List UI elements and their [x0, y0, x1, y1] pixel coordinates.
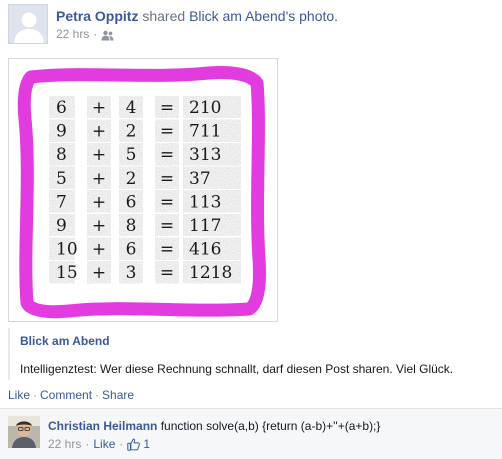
puzzle-equals-sign: = [160, 240, 174, 260]
comment-like-link[interactable]: Like [93, 437, 115, 451]
shared-description: Intelligenztest: Wer diese Rechnung schn… [20, 362, 454, 376]
comment-timestamp[interactable]: 22 hrs [48, 437, 81, 451]
puzzle-operand-a: 10 [56, 240, 78, 260]
comment-link[interactable]: Comment [40, 388, 92, 402]
post-header: Petra Oppitz shared Blick am Abend's pho… [8, 4, 498, 48]
puzzle-result: 416 [189, 240, 221, 260]
puzzle-equals-sign: = [160, 263, 174, 283]
puzzle-result: 711 [189, 122, 221, 142]
post-timestamp[interactable]: 22 hrs [56, 26, 89, 42]
share-link[interactable]: Share [102, 388, 134, 402]
puzzle-plus-sign: + [92, 263, 106, 283]
puzzle-equals-sign: = [160, 145, 174, 165]
post-meta: 22 hrs · [56, 26, 496, 42]
post-headline: Petra Oppitz shared Blick am Abend's pho… [56, 7, 496, 25]
default-avatar-icon [9, 5, 47, 43]
thumbs-up-icon[interactable] [127, 438, 141, 451]
comment-meta: 22 hrs · Like · 1 [48, 437, 150, 451]
puzzle-operand-b: 8 [126, 216, 137, 236]
puzzle-operand-b: 3 [126, 263, 137, 283]
puzzle-operand-a: 5 [56, 169, 67, 189]
author-name-link[interactable]: Petra Oppitz [56, 8, 138, 24]
comment-like-count[interactable]: 1 [143, 437, 150, 451]
puzzle-operand-a: 6 [56, 98, 67, 118]
shared-verb: shared [142, 8, 186, 24]
puzzle-operand-a: 9 [56, 122, 67, 142]
puzzle-plus-sign: + [92, 169, 106, 189]
puzzle-equals-sign: = [160, 169, 174, 189]
shared-page-title[interactable]: Blick am Abend [20, 334, 498, 348]
puzzle-result: 117 [189, 216, 221, 236]
puzzle-operand-a: 7 [56, 192, 67, 212]
commenter-photo-icon [8, 416, 40, 448]
shared-attachment: Blick am Abend Intelligenztest: Wer dies… [8, 328, 498, 380]
puzzle-operand-b: 6 [126, 240, 137, 260]
puzzle-plus-sign: + [92, 216, 106, 236]
puzzle-equals-sign: = [160, 216, 174, 236]
like-link[interactable]: Like [8, 388, 30, 402]
puzzle-operand-b: 2 [126, 122, 137, 142]
puzzle-operand-b: 4 [126, 98, 137, 118]
friends-icon[interactable] [101, 29, 114, 40]
puzzle-result: 113 [189, 192, 221, 212]
puzzle-equals-sign: = [160, 192, 174, 212]
feed-post: Petra Oppitz shared Blick am Abend's pho… [0, 0, 502, 459]
puzzle-image: 6 +4 = 210 9 +2 = 711 8 +5 = 313 5 +2 = 37 7 +6 = 113 9 +8 = 11… [9, 59, 277, 321]
comment-text: Christian Heilmann function solve(a,b) {… [48, 419, 498, 433]
action-separator: · [95, 388, 100, 402]
commenter-name-link[interactable]: Christian Heilmann [48, 419, 157, 433]
comment-meta-separator: · [85, 437, 90, 451]
post-header-text: Petra Oppitz shared Blick am Abend's pho… [56, 7, 496, 42]
author-avatar[interactable] [8, 4, 48, 44]
puzzle-result: 210 [189, 98, 221, 118]
puzzle-operand-b: 2 [126, 169, 137, 189]
post-actions: Like · Comment · Share [8, 388, 134, 402]
puzzle-equals-sign: = [160, 122, 174, 142]
puzzle-plus-sign: + [92, 145, 106, 165]
commenter-avatar[interactable] [8, 416, 40, 448]
meta-separator: · [93, 27, 98, 41]
source-photo-link[interactable]: 's photo. [286, 8, 339, 24]
puzzle-operand-a: 15 [56, 263, 78, 283]
comment-meta-separator: · [119, 437, 124, 451]
puzzle-result: 313 [189, 145, 221, 165]
comment-section: Christian Heilmann function solve(a,b) {… [0, 408, 502, 459]
puzzle-operand-a: 8 [56, 145, 67, 165]
puzzle-plus-sign: + [92, 192, 106, 212]
action-separator: · [33, 388, 38, 402]
puzzle-operand-a: 9 [56, 216, 67, 236]
puzzle-plus-sign: + [92, 98, 106, 118]
puzzle-plus-sign: + [92, 122, 106, 142]
source-page-link[interactable]: Blick am Abend [189, 8, 286, 24]
puzzle-operand-b: 5 [126, 145, 137, 165]
puzzle-result: 1218 [189, 263, 232, 283]
puzzle-result: 37 [189, 169, 211, 189]
shared-photo[interactable]: 6 +4 = 210 9 +2 = 711 8 +5 = 313 5 +2 = 37 7 +6 = 113 9 +8 = 11… [8, 58, 278, 322]
puzzle-equals-sign: = [160, 98, 174, 118]
puzzle-operand-b: 6 [126, 192, 137, 212]
comment-body: function solve(a,b) {return (a-b)+''+(a+… [160, 419, 381, 433]
puzzle-plus-sign: + [92, 240, 106, 260]
